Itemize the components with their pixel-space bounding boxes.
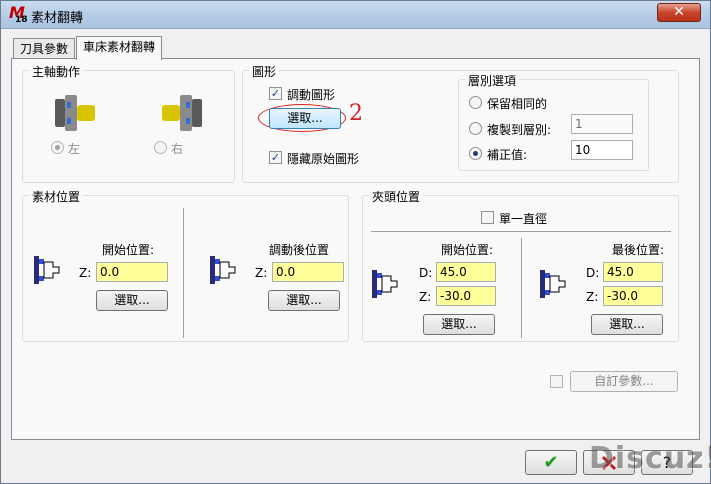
chuck-start-icon [372, 270, 398, 298]
layer-options-title: 層別選項 [465, 72, 520, 89]
spindle-left-label: 左 [68, 142, 81, 156]
stock-start-z-label: Z: [79, 266, 92, 280]
move-geometry-label: 調動圖形 [287, 88, 336, 102]
offset-input[interactable]: 10 [571, 140, 633, 160]
chuck-final-icon [540, 270, 566, 298]
geometry-group-title: 圖形 [249, 63, 280, 80]
chuck-start-d-input[interactable]: 45.0 [436, 262, 496, 282]
stock-moved-label: 調動後位置 [269, 243, 330, 257]
move-geometry-checkbox[interactable]: ✓ [269, 87, 282, 100]
stock-start-label: 開始位置: [102, 243, 155, 257]
spindle-right-icon [162, 95, 202, 131]
stock-position-title: 素材位置 [29, 188, 84, 205]
copy-to-layer-label: 複製到層別: [487, 123, 552, 137]
chuck-final-z-input[interactable]: -30.0 [603, 286, 663, 306]
stock-divider [183, 208, 184, 338]
single-diameter-label: 單一直徑 [499, 212, 548, 226]
window-title: 素材翻轉 [31, 11, 84, 26]
keep-same-radio[interactable] [469, 96, 482, 109]
chuck-separator [371, 231, 671, 232]
spindle-left-icon [55, 95, 95, 131]
chuck-final-label: 最後位置: [612, 243, 665, 257]
stock-moved-z-input[interactable]: 0.0 [272, 262, 344, 282]
tab-tool-parameters[interactable]: 刀具參數 [13, 38, 76, 60]
tab-lathe-stock-flip[interactable]: 車床素材翻轉 [76, 36, 163, 60]
keep-same-label: 保留相同的 [487, 97, 548, 111]
chuck-start-z-label: Z: [419, 290, 432, 304]
spindle-group: 主軸動作 左 右 [22, 63, 235, 183]
app-logo-icon: M 18 [9, 3, 28, 25]
chuck-start-d-label: D: [419, 266, 433, 280]
stock-moved-select-button[interactable]: 選取... [268, 290, 340, 311]
offset-radio[interactable] [469, 147, 482, 160]
ok-button[interactable]: ✔ [525, 450, 577, 475]
spindle-right-label: 右 [171, 142, 184, 156]
layer-options-group: 層別選項 保留相同的 複製到層別: 1 補正值: 10 [458, 72, 649, 171]
copy-to-layer-radio[interactable] [469, 122, 482, 135]
geometry-select-button[interactable]: 選取... [269, 108, 341, 129]
stock-moved-z-label: Z: [255, 266, 268, 280]
close-button[interactable]: ✕ [657, 3, 701, 22]
custom-params-checkbox[interactable] [550, 375, 563, 388]
chuck-final-d-label: D: [586, 266, 600, 280]
single-diameter-checkbox[interactable] [481, 211, 494, 224]
chuck-position-group: 夾頭位置 單一直徑 開始位置: D: 45.0 Z: -30.0 選取... 最… [362, 188, 679, 342]
stock-moved-chuck-icon [210, 256, 236, 284]
stock-position-group: 素材位置 開始位置: Z: 0.0 選取... 調動後位置 Z: 0.0 選取.… [22, 188, 349, 342]
hide-original-label: 隱藏原始圖形 [287, 152, 360, 166]
stock-start-chuck-icon [34, 256, 60, 284]
spindle-right-radio[interactable] [154, 141, 167, 154]
hide-original-checkbox[interactable]: ✓ [269, 151, 282, 164]
chuck-divider [521, 238, 522, 338]
dialog-window: M 18 素材翻轉 ✕ 刀具參數 車床素材翻轉 主軸動作 左 右 圖形 ✓ 調動… [0, 0, 711, 484]
tab-panel: 主軸動作 左 右 圖形 ✓ 調動圖形 選取... 2 ✓ 隱藏原始圖形 層別選項… [11, 58, 700, 440]
annotation-number: 2 [349, 101, 363, 126]
stock-start-select-button[interactable]: 選取... [96, 290, 168, 311]
spindle-left-radio[interactable] [51, 141, 64, 154]
watermark-text: Discuz! [589, 441, 711, 476]
stock-start-z-input[interactable]: 0.0 [96, 262, 168, 282]
chuck-final-select-button[interactable]: 選取... [591, 314, 663, 335]
geometry-group: 圖形 ✓ 調動圖形 選取... 2 ✓ 隱藏原始圖形 層別選項 保留相同的 複製… [242, 63, 679, 183]
chuck-position-title: 夾頭位置 [369, 188, 424, 205]
offset-label: 補正值: [487, 148, 528, 162]
chuck-start-label: 開始位置: [441, 243, 494, 257]
chuck-start-select-button[interactable]: 選取... [423, 314, 495, 335]
chuck-final-d-input[interactable]: 45.0 [603, 262, 663, 282]
chuck-start-z-input[interactable]: -30.0 [436, 286, 496, 306]
spindle-group-title: 主軸動作 [29, 63, 84, 80]
custom-params-button[interactable]: 自訂參數... [570, 371, 678, 392]
title-bar: M 18 素材翻轉 ✕ [1, 1, 710, 29]
chuck-final-z-label: Z: [586, 290, 599, 304]
copy-to-layer-input[interactable]: 1 [571, 114, 633, 134]
